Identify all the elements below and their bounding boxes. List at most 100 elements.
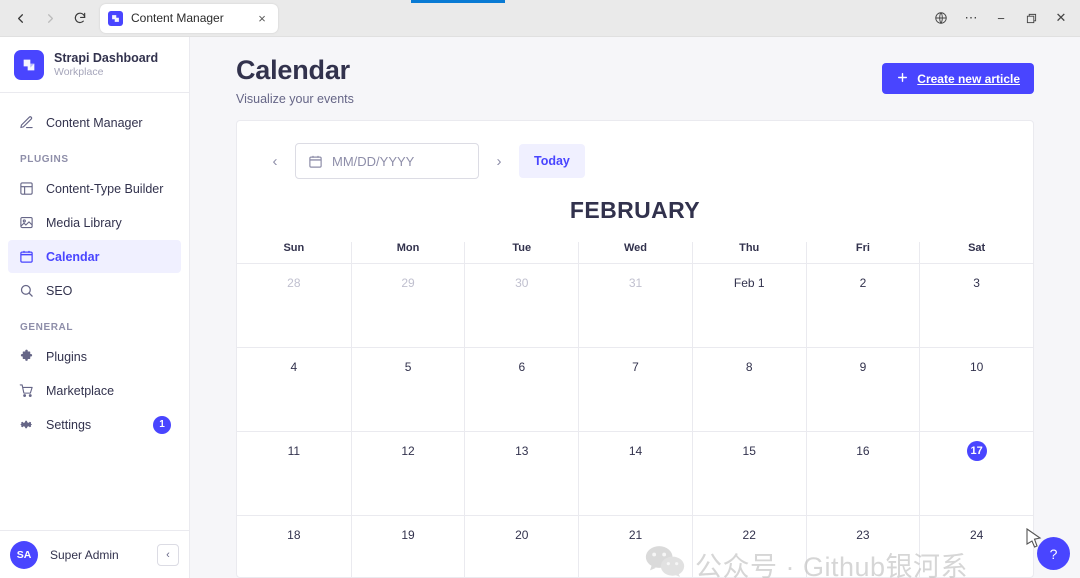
calendar-day-cell[interactable]: 3 [919,264,1033,347]
calendar-day-cell[interactable]: 12 [350,432,465,515]
sidebar-item-label: Plugins [46,349,87,364]
restore-button[interactable] [1016,3,1046,33]
calendar-day-cell[interactable]: 23 [805,516,920,577]
weekday-label: Sun [283,242,305,254]
browser-chrome: Content Manager × ⋯ − ✕ [0,0,1080,37]
calendar-day-number: 18 [287,528,301,542]
calendar-week-row: 4 5 6 7 8 9 10 [237,348,1033,432]
calendar-day-cell[interactable]: 7 [578,348,692,431]
sidebar-nav: Content Manager PLUGINS Content-Type Bui… [0,93,189,530]
app-shell: Strapi Dashboard Workplace Content Manag… [0,37,1080,578]
calendar-day-number: 16 [856,444,870,458]
calendar-day-cell[interactable]: 9 [805,348,920,431]
browser-tab[interactable]: Content Manager × [100,3,278,33]
calendar-day-cell[interactable]: 28 [237,264,351,347]
calendar-toolbar: ‹ MM/DD/YYYY › Today [237,121,1033,189]
strapi-favicon-icon [108,10,123,26]
calendar-day-cell[interactable]: 5 [350,348,465,431]
calendar-day-number: 23 [856,528,870,542]
calendar-day-number: 9 [859,360,867,374]
calendar-day-cell[interactable]: 31 [578,264,692,347]
main-content: Calendar Visualize your events Create ne… [190,37,1080,578]
calendar-day-cell[interactable]: 4 [237,348,351,431]
calendar-day-number: 31 [628,276,643,290]
weekday-label: Thu [691,242,806,263]
sidebar-item-label: Calendar [46,249,100,264]
calendar-day-cell[interactable]: Feb 1 [691,264,806,347]
back-button[interactable] [6,4,34,32]
brand-header[interactable]: Strapi Dashboard Workplace [0,37,189,93]
calendar-day-cell[interactable]: 29 [350,264,465,347]
calendar-day-number: 20 [515,528,529,542]
forward-button[interactable] [36,4,64,32]
weekday-label: Wed [578,242,692,263]
calendar-week-row: 11 12 13 14 15 16 17 [237,432,1033,516]
calendar-day-number: 28 [287,276,301,290]
reload-icon [73,11,87,25]
help-button[interactable]: ? [1037,537,1070,570]
calendar-day-cell[interactable]: 24 [919,516,1033,577]
sidebar-item-marketplace[interactable]: Marketplace [8,374,181,407]
calendar-day-number: 10 [969,360,984,374]
calendar-day-cell[interactable]: 17 [919,432,1033,515]
avatar[interactable]: SA [10,540,38,569]
calendar-day-cell[interactable]: 18 [237,516,351,577]
next-month-button[interactable]: › [489,147,509,175]
sidebar-item-label: Content-Type Builder [46,181,164,196]
sidebar-item-settings[interactable]: Settings 1 [8,408,181,441]
calendar-day-cell[interactable]: 6 [464,348,578,431]
calendar-day-cell[interactable]: 16 [805,432,920,515]
sidebar-item-calendar[interactable]: Calendar [8,240,181,273]
sidebar-item-media-library[interactable]: Media Library [8,206,181,239]
calendar-day-cell[interactable]: 22 [691,516,806,577]
sidebar-item-label: Settings [46,417,92,432]
calendar-icon [18,248,35,265]
today-button[interactable]: Today [519,144,585,178]
layout-icon [18,180,35,197]
calendar-day-cell[interactable]: 13 [464,432,578,515]
calendar-day-cell[interactable]: 19 [350,516,465,577]
month-title: FEBRUARY [569,197,701,223]
browser-nav-buttons [0,4,94,32]
sidebar-item-content-type-builder[interactable]: Content-Type Builder [8,172,181,205]
calendar-day-number: Feb 1 [733,276,765,290]
sidebar-item-seo[interactable]: SEO [8,274,181,307]
calendar-day-cell[interactable]: 30 [464,264,578,347]
sidebar-item-plugins[interactable]: Plugins [8,340,181,373]
close-button[interactable]: ✕ [1046,3,1076,33]
weekday-label: Tue [464,242,578,263]
page-header: Calendar Visualize your events Create ne… [190,37,1080,120]
calendar-day-number: 30 [515,276,529,290]
calendar-day-cell[interactable]: 8 [691,348,806,431]
reload-button[interactable] [66,4,94,32]
pencil-square-icon [18,114,35,131]
tab-close-icon[interactable]: × [254,10,270,26]
browser-tab-title: Content Manager [131,11,224,25]
sidebar-collapse-button[interactable]: ‹ [157,543,179,566]
date-input[interactable]: MM/DD/YYYY [295,143,479,179]
calendar-day-number: 3 [973,276,980,290]
calendar-day-cell[interactable]: 10 [919,348,1033,431]
calendar-day-cell[interactable]: 21 [578,516,692,577]
calendar-day-cell[interactable]: 2 [805,264,920,347]
sidebar-item-label: Marketplace [46,383,115,398]
calendar-weekday-header: Sun Mon Tue Wed Thu Fri Sat [237,242,1033,264]
calendar-day-cell[interactable]: 20 [464,516,578,577]
sidebar-item-content-manager[interactable]: Content Manager [8,106,181,139]
more-options-icon[interactable]: ⋯ [956,3,986,33]
calendar-day-cell[interactable]: 15 [691,432,806,515]
sidebar-section-plugins-label: PLUGINS [20,154,69,165]
calendar-day-number: 12 [401,444,415,458]
minimize-button[interactable]: − [986,3,1016,33]
calendar-day-cell[interactable]: 14 [578,432,692,515]
weekday-label: Mon [350,242,465,263]
globe-icon[interactable] [926,3,956,33]
create-new-article-button[interactable]: Create new article [882,63,1034,94]
previous-month-button[interactable]: ‹ [265,147,285,175]
calendar-day-number: 4 [290,360,298,374]
sidebar-footer: SA Super Admin ‹ [0,530,189,578]
calendar-day-cell[interactable]: 11 [237,432,351,515]
date-input-placeholder: MM/DD/YYYY [332,153,415,169]
calendar-day-number: 15 [742,444,756,458]
calendar-day-number: 11 [287,444,301,458]
